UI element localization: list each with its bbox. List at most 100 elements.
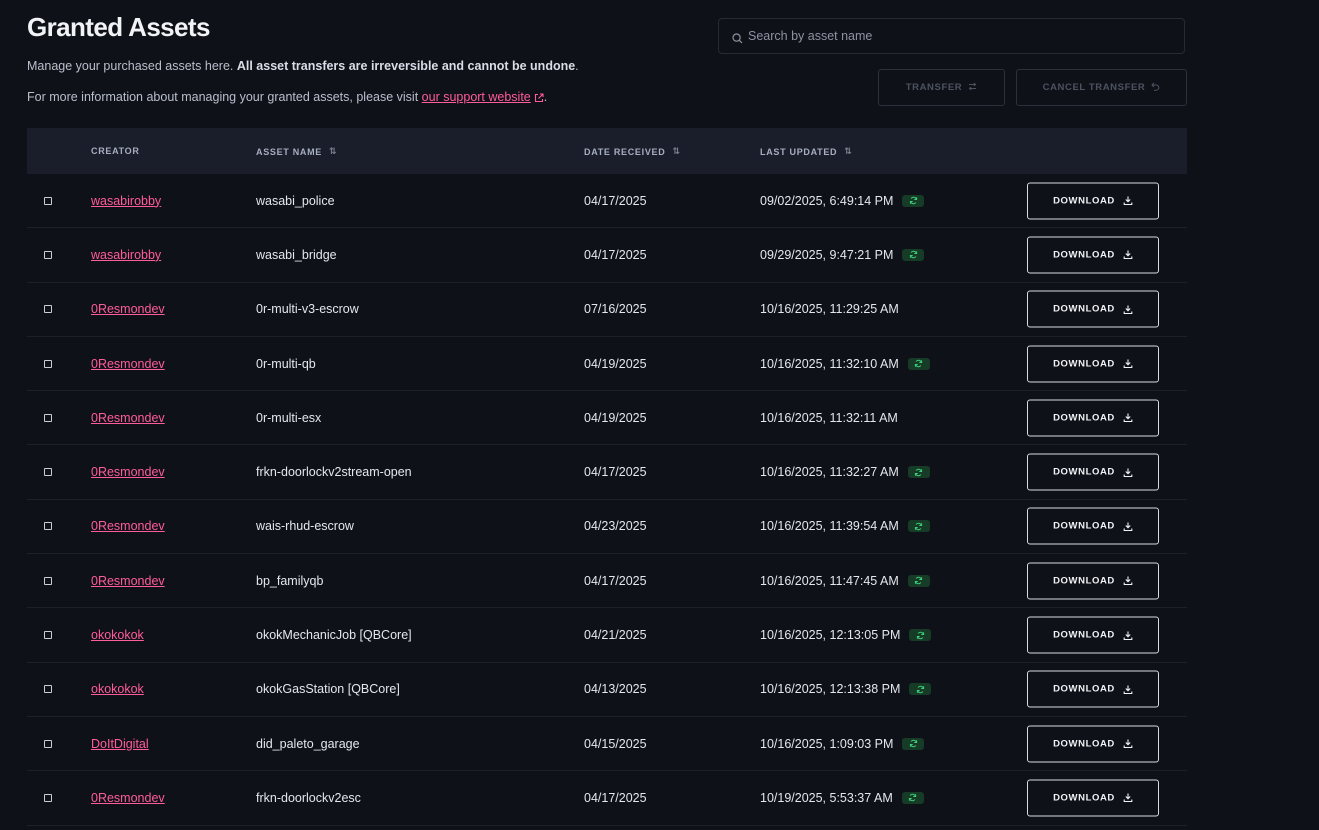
refresh-icon (914, 522, 923, 531)
download-button[interactable]: DOWNLOAD (1027, 779, 1159, 817)
asset-name: 0r-multi-esx (256, 410, 322, 425)
asset-name: wasabi_bridge (256, 247, 337, 262)
row-checkbox[interactable] (44, 359, 52, 368)
column-asset-name-label: ASSET NAME (256, 146, 323, 157)
download-button[interactable]: DOWNLOAD (1027, 236, 1159, 274)
refresh-badge (902, 248, 925, 261)
row-checkbox[interactable] (44, 468, 52, 477)
download-button[interactable]: DOWNLOAD (1027, 562, 1159, 600)
row-checkbox[interactable] (44, 305, 52, 314)
asset-name: wais-rhud-escrow (256, 519, 354, 534)
asset-name: frkn-doorlockv2esc (256, 790, 361, 805)
column-date-received[interactable]: DATE RECEIVED ⇅ (584, 146, 681, 157)
sort-icon[interactable]: ⇅ (844, 146, 852, 157)
download-icon (1123, 250, 1133, 260)
refresh-badge (909, 683, 932, 696)
table-row: 0Resmondev 0r-multi-esx 04/19/2025 10/16/20… (27, 391, 1187, 446)
date-received: 04/19/2025 (584, 410, 647, 425)
creator-link[interactable]: wasabirobby (91, 194, 161, 208)
column-last-updated-label: LAST UPDATED (760, 146, 838, 157)
refresh-badge (909, 629, 932, 642)
creator-link[interactable]: 0Resmondev (91, 411, 165, 425)
creator-link[interactable]: okokokok (91, 682, 144, 696)
refresh-badge (902, 194, 925, 207)
row-checkbox[interactable] (44, 576, 52, 585)
refresh-badge (907, 520, 930, 533)
row-checkbox[interactable] (44, 793, 52, 802)
download-button[interactable]: DOWNLOAD (1027, 290, 1159, 328)
sort-icon[interactable]: ⇅ (329, 146, 337, 157)
creator-link[interactable]: 0Resmondev (91, 465, 165, 479)
download-icon (1123, 576, 1133, 586)
irreversible-warning: All asset transfers are irreversible and… (236, 59, 576, 73)
transfer-button[interactable]: TRANSFER (878, 69, 1005, 106)
support-info-text: For more information about managing your… (27, 90, 419, 104)
sort-icon[interactable]: ⇅ (672, 146, 680, 157)
refresh-icon (909, 739, 918, 748)
download-button[interactable]: DOWNLOAD (1027, 453, 1159, 491)
row-checkbox[interactable] (44, 196, 52, 205)
date-received: 04/13/2025 (584, 682, 647, 697)
download-button[interactable]: DOWNLOAD (1027, 616, 1159, 654)
date-received: 04/17/2025 (584, 465, 647, 480)
page-title: Granted Assets (27, 12, 210, 42)
download-label: DOWNLOAD (1053, 466, 1115, 478)
creator-link[interactable]: 0Resmondev (91, 519, 165, 533)
last-updated-cell: 10/16/2025, 12:13:38 PM (760, 682, 932, 697)
support-website-link[interactable]: our support website (422, 90, 531, 104)
search-icon (732, 31, 743, 49)
last-updated: 10/16/2025, 11:29:25 AM (760, 302, 899, 317)
cancel-transfer-button[interactable]: CANCEL TRANSFER (1016, 69, 1187, 106)
download-button[interactable]: DOWNLOAD (1027, 399, 1159, 437)
column-asset-name[interactable]: ASSET NAME ⇅ (256, 146, 337, 157)
download-button[interactable]: DOWNLOAD (1027, 725, 1159, 763)
table-row: 0Resmondev 0r-multi-v3-escrow 07/16/2025 10… (27, 283, 1187, 337)
creator-link[interactable]: 0Resmondev (91, 574, 165, 588)
row-checkbox[interactable] (44, 685, 52, 694)
last-updated-cell: 10/16/2025, 11:39:54 AM (760, 519, 930, 533)
download-icon (1123, 304, 1133, 314)
row-checkbox[interactable] (44, 522, 52, 531)
creator-link[interactable]: 0Resmondev (91, 791, 165, 805)
table-row: DoItDigital did_paleto_garage 04/15/2025 10… (27, 717, 1187, 772)
download-icon (1123, 630, 1133, 640)
download-label: DOWNLOAD (1053, 629, 1115, 641)
download-icon (1123, 793, 1133, 803)
row-checkbox[interactable] (44, 739, 52, 748)
creator-link[interactable]: 0Resmondev (91, 357, 165, 371)
creator-link[interactable]: okokokok (91, 628, 144, 642)
download-button[interactable]: DOWNLOAD (1027, 507, 1159, 545)
last-updated-cell: 10/16/2025, 11:32:27 AM (760, 465, 930, 479)
creator-link[interactable]: 0Resmondev (91, 302, 165, 316)
last-updated: 10/16/2025, 12:13:38 PM (760, 682, 901, 697)
download-icon (1123, 467, 1133, 477)
date-received: 04/21/2025 (584, 628, 647, 643)
column-creator-label: CREATOR (91, 146, 140, 156)
creator-link[interactable]: DoItDigital (91, 737, 149, 751)
download-icon (1123, 739, 1133, 749)
last-updated-cell: 09/02/2025, 6:49:14 PM (760, 194, 925, 208)
refresh-badge (907, 466, 930, 479)
last-updated-cell: 10/16/2025, 1:09:03 PM (760, 737, 925, 751)
download-icon (1123, 521, 1133, 531)
refresh-icon (908, 793, 917, 802)
column-last-updated[interactable]: LAST UPDATED ⇅ (760, 146, 852, 157)
refresh-badge (902, 737, 925, 750)
download-button[interactable]: DOWNLOAD (1027, 345, 1159, 383)
assets-table: CREATOR ASSET NAME ⇅ DATE RECEIVED ⇅ LAS… (27, 128, 1187, 826)
last-updated-cell: 09/29/2025, 9:47:21 PM (760, 248, 925, 262)
refresh-icon (909, 250, 918, 259)
download-button[interactable]: DOWNLOAD (1027, 182, 1159, 220)
creator-link[interactable]: wasabirobby (91, 248, 161, 262)
last-updated-cell: 10/19/2025, 5:53:37 AM (760, 791, 924, 805)
refresh-badge (901, 791, 924, 804)
search-box[interactable] (718, 18, 1185, 54)
search-input[interactable] (747, 19, 1178, 53)
download-button[interactable]: DOWNLOAD (1027, 670, 1159, 708)
row-checkbox[interactable] (44, 250, 52, 259)
table-row: 0Resmondev 0r-multi-qb 04/19/2025 10/16/202… (27, 337, 1187, 392)
refresh-icon (914, 468, 923, 477)
row-checkbox[interactable] (44, 413, 52, 422)
refresh-icon (916, 631, 925, 640)
row-checkbox[interactable] (44, 631, 52, 640)
